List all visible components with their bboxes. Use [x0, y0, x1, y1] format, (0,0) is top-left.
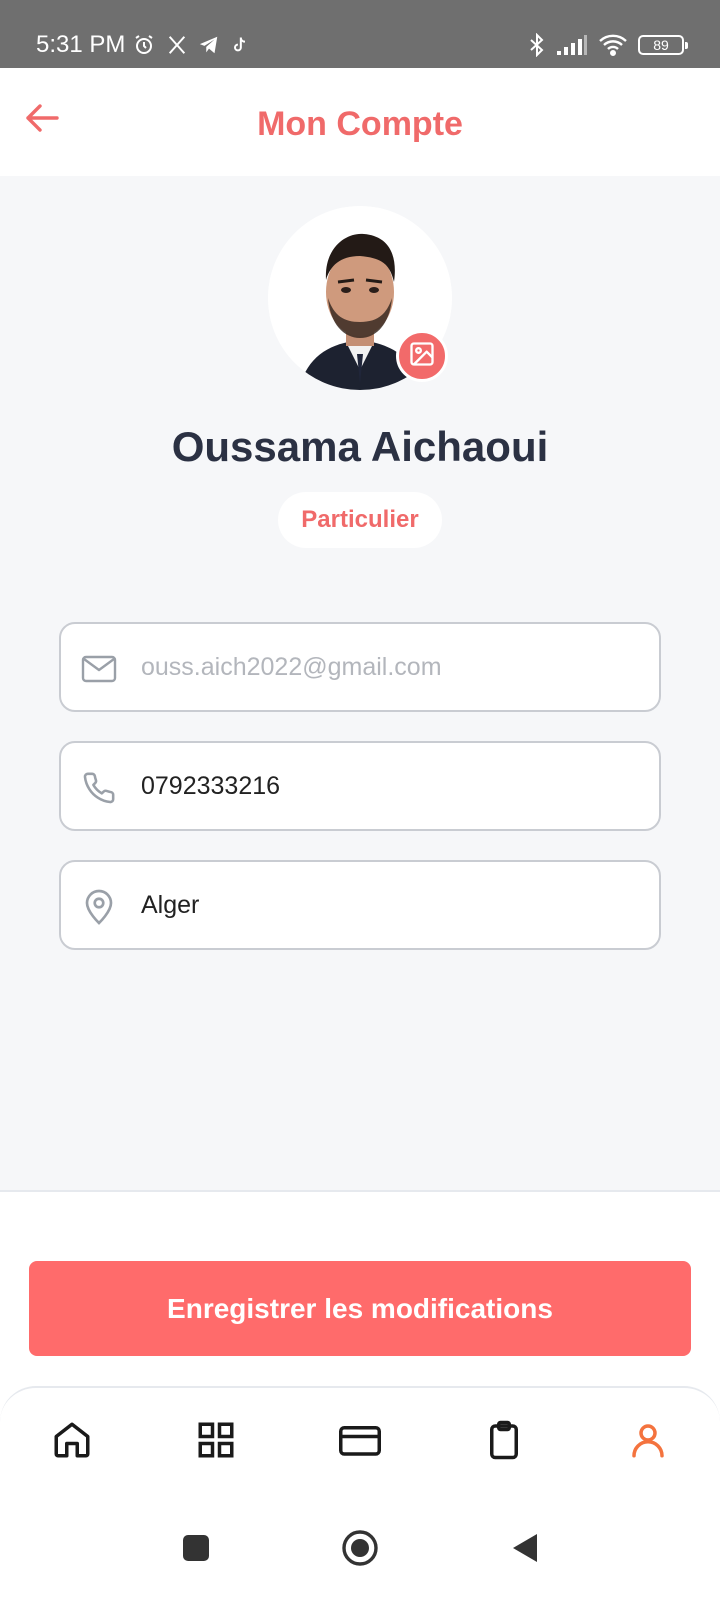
page-title: Mon Compte	[257, 105, 463, 143]
circle-icon	[341, 1529, 379, 1572]
recents-button[interactable]	[174, 1528, 218, 1572]
system-nav-bar	[0, 1506, 720, 1600]
app-header: Mon Compte	[0, 68, 720, 176]
account-type-badge: Particulier	[278, 492, 442, 548]
home-icon	[51, 1419, 93, 1466]
save-button[interactable]: Enregistrer les modifications	[29, 1261, 691, 1356]
phone-icon	[79, 768, 119, 808]
status-time: 5:31 PM	[36, 31, 126, 58]
nav-profile[interactable]	[622, 1416, 674, 1468]
credit-card-icon	[337, 1419, 383, 1466]
nav-payments[interactable]	[334, 1416, 386, 1468]
home-system-button[interactable]	[338, 1528, 382, 1572]
profile-content: Oussama Aichaoui Particulier	[0, 176, 720, 1192]
wifi-icon	[598, 33, 628, 57]
nav-orders[interactable]	[478, 1416, 530, 1468]
back-system-button[interactable]	[502, 1528, 546, 1572]
triangle-back-icon	[509, 1532, 539, 1569]
city-field[interactable]	[59, 860, 661, 950]
system-status-icons: 89	[528, 30, 688, 60]
alarm-icon	[132, 33, 156, 57]
square-icon	[182, 1534, 210, 1567]
avatar-container	[268, 206, 452, 390]
signal-icon	[556, 34, 588, 56]
tiktok-icon	[230, 34, 250, 56]
clipboard-icon	[483, 1419, 525, 1466]
email-field[interactable]	[59, 622, 661, 712]
battery-indicator: 89	[638, 35, 688, 55]
nav-categories[interactable]	[190, 1416, 242, 1468]
email-input[interactable]	[141, 624, 641, 710]
mail-icon	[79, 649, 119, 689]
user-name: Oussama Aichaoui	[171, 423, 549, 470]
image-icon	[408, 340, 436, 373]
nav-home[interactable]	[46, 1416, 98, 1468]
location-pin-icon	[79, 887, 119, 927]
bottom-nav	[0, 1386, 720, 1506]
notification-icons	[132, 30, 250, 60]
grid-icon	[195, 1419, 237, 1466]
status-bar: 5:31 PM 89	[0, 0, 720, 68]
change-photo-button[interactable]	[396, 330, 448, 382]
phone-field[interactable]	[59, 741, 661, 831]
city-input[interactable]	[141, 862, 641, 948]
user-icon	[627, 1419, 669, 1466]
phone-input[interactable]	[141, 743, 641, 829]
x-icon	[166, 34, 188, 56]
telegram-icon	[198, 34, 220, 56]
bluetooth-icon	[528, 33, 546, 57]
